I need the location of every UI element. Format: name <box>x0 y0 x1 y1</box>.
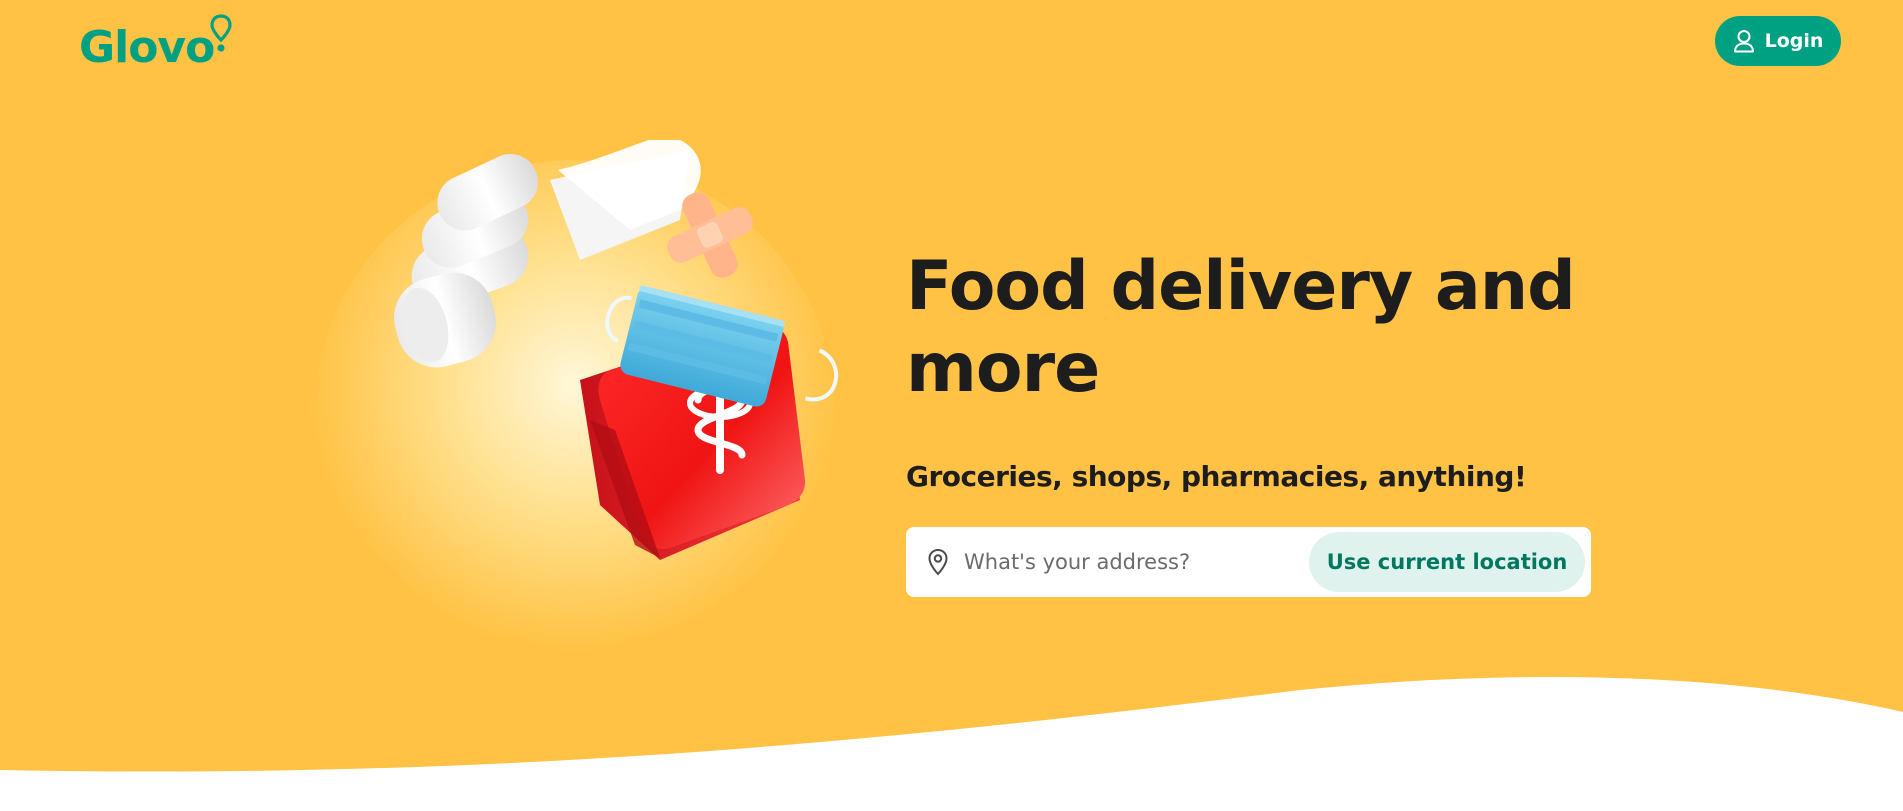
use-current-location-button[interactable]: Use current location <box>1309 532 1585 592</box>
map-pin-icon <box>924 548 952 576</box>
login-button[interactable]: Login <box>1715 16 1841 66</box>
glovo-logo[interactable]: Glovo <box>79 14 232 74</box>
hero-subtitle: Groceries, shops, pharmacies, anything! <box>906 460 1527 493</box>
landing-page: Glovo Login Food delivery and more Groce… <box>0 0 1903 811</box>
hero-title: Food delivery and more <box>906 247 1576 408</box>
address-search-bar: Use current location <box>906 527 1591 597</box>
login-label: Login <box>1764 30 1824 52</box>
first-aid-kit-illustration <box>300 140 860 660</box>
address-input[interactable] <box>964 542 1309 582</box>
location-pin-icon <box>210 14 232 60</box>
logo-text: Glovo <box>79 22 215 73</box>
user-icon <box>1733 29 1755 53</box>
bottom-wave-divider <box>0 677 1903 811</box>
